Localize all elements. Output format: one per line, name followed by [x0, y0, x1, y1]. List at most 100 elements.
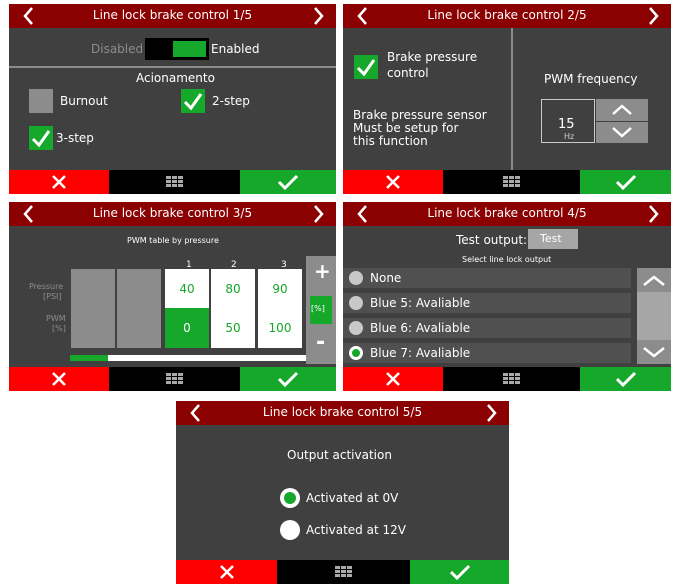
sensor-note-line1: Brake pressure sensor	[353, 108, 487, 122]
side-panel: + [%] -	[306, 256, 336, 364]
check-icon	[277, 174, 299, 190]
check-icon	[277, 371, 299, 387]
unit-label: [%]	[311, 304, 325, 313]
cancel-button[interactable]	[9, 367, 109, 391]
option-label: Activated at 0V	[306, 491, 399, 505]
table-cell-empty	[71, 308, 115, 348]
pwm-cell-2[interactable]: 50	[211, 308, 255, 348]
burnout-label: Burnout	[60, 94, 108, 108]
footer	[9, 170, 336, 194]
pwm-increase-button[interactable]	[596, 99, 648, 121]
list-scrollbar[interactable]	[637, 268, 671, 364]
list-item-label: Blue 6: Avaliable	[370, 321, 471, 335]
brake-pressure-label-line1: Brake pressure	[387, 50, 478, 64]
burnout-checkbox[interactable]	[29, 89, 53, 113]
close-icon	[219, 565, 234, 579]
grid-menu-icon	[334, 566, 352, 577]
option-label: Activated at 12V	[306, 523, 406, 537]
check-icon	[615, 371, 636, 387]
pwm-frequency-field[interactable]: 15 Hz	[541, 99, 595, 143]
enable-toggle[interactable]	[145, 38, 209, 60]
confirm-button[interactable]	[240, 367, 336, 391]
table-subtitle: PWM table by pressure	[127, 236, 219, 245]
pwm-frequency-title: PWM frequency	[544, 72, 638, 86]
pwm-decrease-button[interactable]	[596, 122, 648, 143]
list-item-blue6[interactable]: Blue 6: Avaliable	[343, 318, 631, 338]
table-cell-empty	[117, 308, 161, 348]
screen-title: Line lock brake control 1/5	[92, 8, 253, 22]
close-icon	[52, 175, 66, 189]
horizontal-scrollbar[interactable]	[70, 355, 306, 361]
minus-button[interactable]: -	[316, 330, 325, 355]
sensor-note-line2: Must be setup for	[353, 121, 459, 135]
row-label-pressure-unit: [PSI]	[43, 292, 62, 301]
3step-checkbox[interactable]	[29, 126, 53, 150]
row-label-pressure: Pressure	[29, 282, 64, 291]
chevron-right-icon[interactable]	[483, 403, 499, 423]
list-item-label: None	[370, 271, 402, 285]
cancel-button[interactable]	[343, 367, 443, 391]
pwm-cell-1[interactable]: 0	[165, 308, 209, 348]
brake-pressure-checkbox[interactable]	[354, 55, 378, 79]
cancel-button[interactable]	[176, 560, 277, 584]
option-activated-0v[interactable]: Activated at 0V	[280, 486, 430, 510]
radio-selected-icon	[349, 346, 363, 360]
row-label-pwm-unit: [%]	[52, 324, 66, 333]
list-item-blue5[interactable]: Blue 5: Avaliable	[343, 293, 631, 313]
2step-label: 2-step	[212, 94, 250, 108]
pressure-cell-1[interactable]: 40	[165, 269, 209, 309]
test-button[interactable]: Test	[528, 229, 578, 249]
chevron-right-icon[interactable]	[310, 204, 326, 224]
screen-title: Line lock brake control 5/5	[262, 405, 423, 419]
screen-1: Line lock brake control 1/5 Disabled Ena…	[9, 4, 336, 194]
grid-menu-icon	[165, 373, 183, 384]
confirm-button[interactable]	[240, 170, 336, 194]
screen-5: Line lock brake control 5/5 Output activ…	[176, 401, 509, 584]
confirm-button[interactable]	[580, 367, 671, 391]
pressure-cell-3[interactable]: 90	[258, 269, 302, 309]
pressure-cell-2[interactable]: 80	[211, 269, 255, 309]
toggle-enabled-label: Enabled	[211, 42, 260, 56]
radio-icon	[349, 271, 363, 285]
list-item-label: Blue 5: Avaliable	[370, 296, 471, 310]
chevron-right-icon[interactable]	[645, 204, 661, 224]
screen-3: Line lock brake control 3/5 PWM table by…	[9, 202, 336, 391]
screen-4: Line lock brake control 4/5 Test output:…	[343, 202, 671, 391]
menu-button[interactable]	[277, 560, 410, 584]
grid-menu-icon	[502, 176, 520, 187]
chevron-right-icon[interactable]	[645, 6, 661, 26]
2step-checkbox[interactable]	[181, 89, 205, 113]
list-item-none[interactable]: None	[343, 268, 631, 288]
divider	[9, 66, 336, 68]
check-icon	[615, 174, 636, 190]
screen-title: Line lock brake control 3/5	[92, 206, 253, 220]
row-label-pwm: PWM	[46, 314, 66, 323]
cancel-button[interactable]	[9, 170, 109, 194]
chevron-down-icon[interactable]	[642, 346, 666, 358]
select-output-label: Select line lock output	[462, 255, 552, 264]
confirm-button[interactable]	[410, 560, 509, 584]
menu-button[interactable]	[109, 367, 240, 391]
radio-icon	[349, 321, 363, 335]
option-activated-12v[interactable]: Activated at 12V	[280, 518, 430, 542]
vertical-divider	[511, 28, 513, 170]
confirm-button[interactable]	[580, 170, 671, 194]
output-activation-title: Output activation	[287, 448, 392, 462]
chevron-up-icon[interactable]	[642, 275, 666, 287]
menu-button[interactable]	[443, 170, 580, 194]
sensor-note-line3: this function	[353, 134, 428, 148]
check-icon	[449, 564, 470, 580]
cancel-button[interactable]	[343, 170, 443, 194]
grid-menu-icon	[502, 373, 520, 384]
menu-button[interactable]	[443, 367, 580, 391]
list-item-blue7[interactable]: Blue 7: Avaliable	[343, 343, 631, 363]
menu-button[interactable]	[109, 170, 240, 194]
close-icon	[386, 372, 400, 386]
chevron-right-icon[interactable]	[310, 6, 326, 26]
header: Line lock brake control 3/5	[9, 202, 336, 226]
plus-button[interactable]: +	[314, 259, 331, 283]
scrollbar-thumb[interactable]	[70, 355, 108, 361]
check-icon	[31, 130, 51, 148]
radio-selected-icon	[280, 488, 300, 508]
pwm-cell-3[interactable]: 100	[258, 308, 302, 348]
